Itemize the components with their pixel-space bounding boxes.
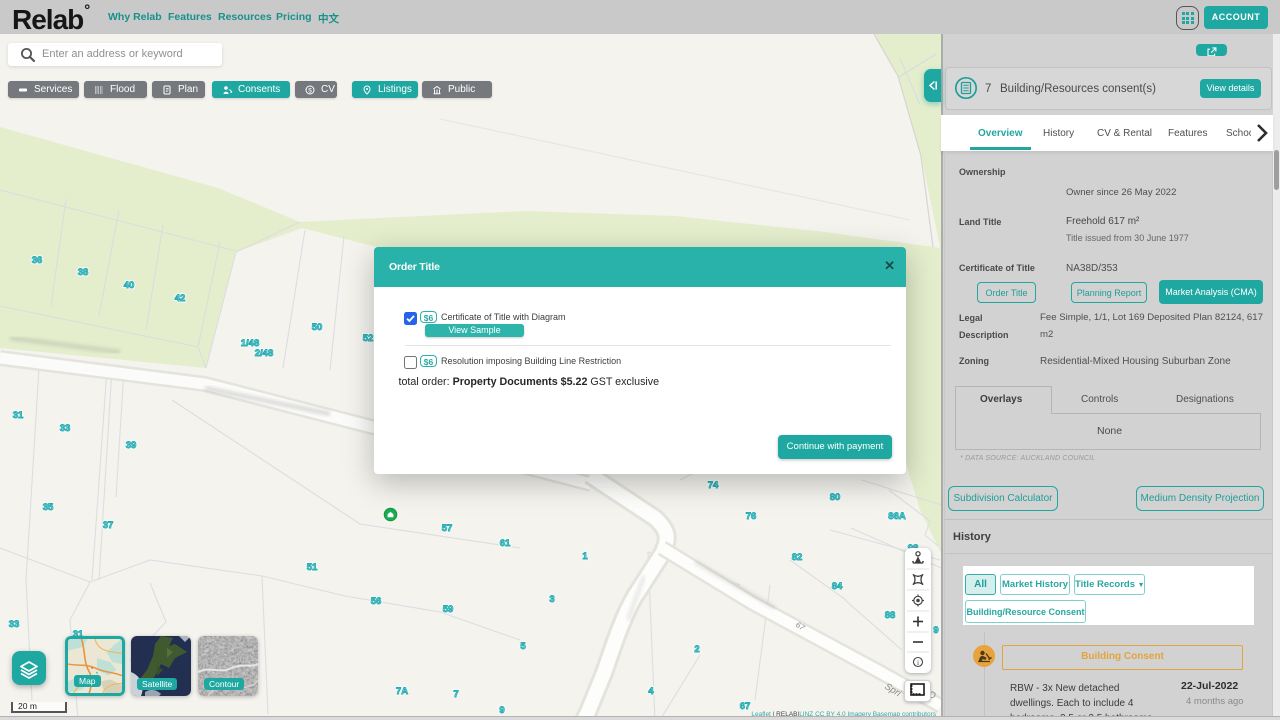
svg-text:$: $ bbox=[308, 87, 312, 94]
svg-text:i: i bbox=[917, 658, 919, 667]
